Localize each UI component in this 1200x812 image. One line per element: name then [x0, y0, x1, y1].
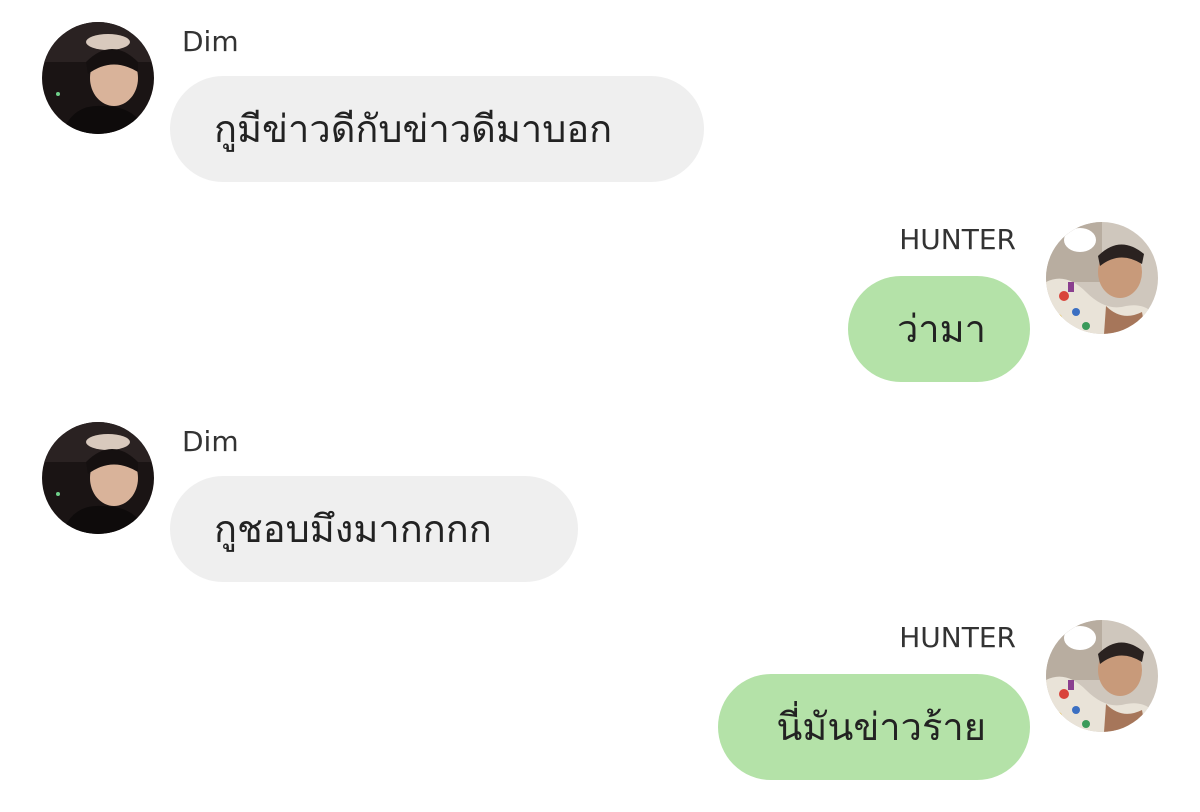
avatar-hunter[interactable] — [1046, 222, 1158, 334]
sender-name: HUNTER — [899, 223, 1016, 256]
chat-thread: Dim กูมีข่าวดีกับข่าวดีมาบอก HUNTER ว่าม… — [0, 0, 1200, 812]
sender-name: Dim — [182, 25, 239, 58]
message-bubble[interactable]: กูมีข่าวดีกับข่าวดีมาบอก — [170, 76, 704, 182]
message-bubble[interactable]: ว่ามา — [848, 276, 1030, 382]
profile-photo-hunter-icon — [1046, 222, 1158, 334]
avatar-dim[interactable] — [42, 22, 154, 134]
avatar-hunter[interactable] — [1046, 620, 1158, 732]
message-bubble[interactable]: กูชอบมึงมากกกก — [170, 476, 578, 582]
sender-name: Dim — [182, 425, 239, 458]
profile-photo-hunter-icon — [1046, 620, 1158, 732]
message-bubble[interactable]: นี่มันข่าวร้าย — [718, 674, 1030, 780]
avatar-dim[interactable] — [42, 422, 154, 534]
profile-photo-dim-icon — [42, 22, 154, 134]
profile-photo-dim-icon — [42, 422, 154, 534]
sender-name: HUNTER — [899, 621, 1016, 654]
